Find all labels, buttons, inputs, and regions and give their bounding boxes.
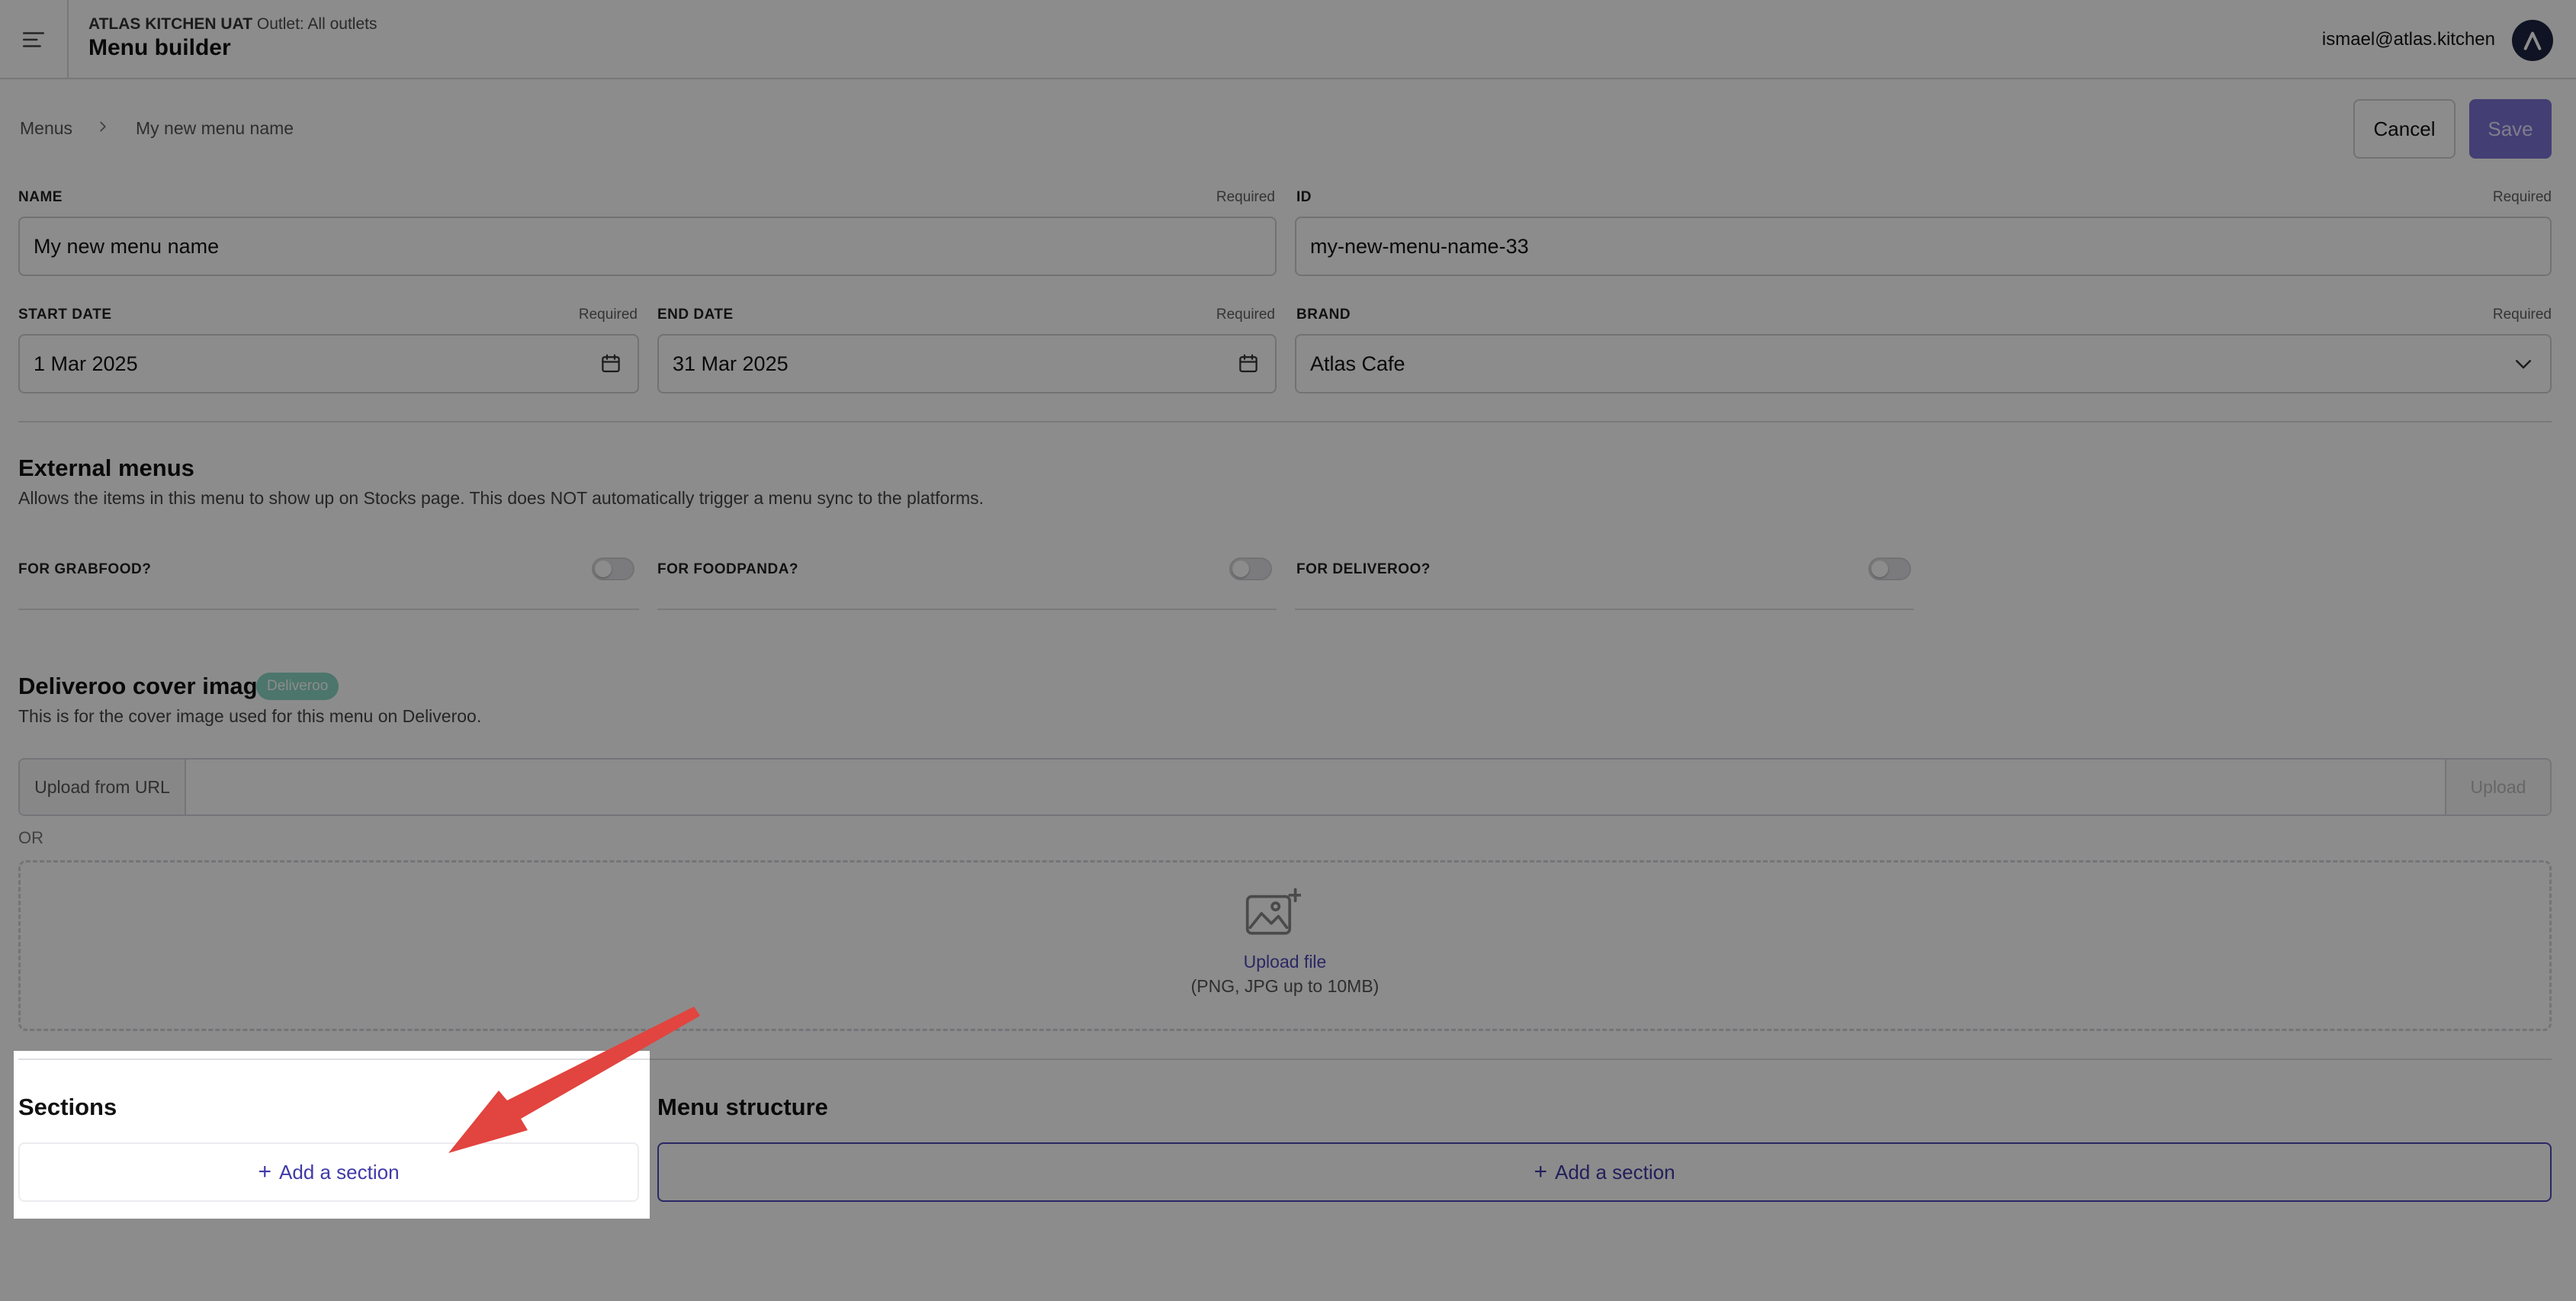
start-date-value: 1 Mar 2025 <box>34 352 138 375</box>
id-label: ID <box>1296 189 1312 205</box>
breadcrumb-current: My new menu name <box>136 118 294 138</box>
spotlight-overlay <box>0 1051 14 1219</box>
sections-add-section-button[interactable]: + Add a section <box>18 1142 639 1202</box>
name-input[interactable]: My new menu name <box>18 217 1277 276</box>
menu-structure-title: Menu structure <box>657 1094 828 1120</box>
brand-label: BRAND <box>1296 307 1351 323</box>
toggle-knob <box>1871 561 1888 577</box>
top-bar: ATLAS KITCHEN UAT Outlet: All outlets Me… <box>0 0 2576 79</box>
upload-url-input[interactable]: Upload from URL Upload <box>18 758 2552 816</box>
hamburger-menu-icon <box>22 32 45 47</box>
file-dropzone[interactable] <box>18 860 2552 1031</box>
breadcrumb-menus[interactable]: Menus <box>20 118 72 139</box>
end-date-required: Required <box>1216 307 1275 323</box>
start-date-required: Required <box>578 307 638 323</box>
plus-icon: + <box>1534 1159 1547 1184</box>
grabfood-toggle-label: FOR GRABFOOD? <box>18 561 152 577</box>
start-date-label: START DATE <box>18 307 112 323</box>
deliveroo-badge: Deliveroo <box>256 673 339 700</box>
name-label: NAME <box>18 189 63 205</box>
upload-from-url-label: Upload from URL <box>20 760 186 814</box>
menu-builder-page: ATLAS KITCHEN UAT Outlet: All outlets Me… <box>0 0 2576 1301</box>
name-required: Required <box>1216 189 1275 205</box>
end-date-label: END DATE <box>657 307 734 323</box>
external-menus-title: External menus <box>18 455 194 481</box>
deliveroo-toggle[interactable] <box>1868 557 1911 580</box>
upload-file-link[interactable]: Upload file <box>0 952 2570 972</box>
divider <box>18 609 639 610</box>
cover-image-title: Deliveroo cover image <box>18 673 271 699</box>
foodpanda-toggle[interactable] <box>1229 557 1272 580</box>
sections-title: Sections <box>18 1094 117 1120</box>
divider <box>1295 609 1914 610</box>
annotation-arrow <box>448 1007 700 1153</box>
chevron-right-icon <box>100 121 106 132</box>
brand-value: Atlas Cafe <box>1310 352 1405 375</box>
divider <box>657 609 1277 610</box>
spotlight-overlay <box>0 1219 2576 1301</box>
hamburger-menu-button[interactable] <box>0 0 69 79</box>
save-button[interactable]: Save <box>2469 99 2552 159</box>
cancel-button[interactable]: Cancel <box>2353 99 2456 159</box>
calendar-icon[interactable] <box>599 352 622 375</box>
external-menus-description: Allows the items in this menu to show up… <box>18 488 984 508</box>
atlas-logo-icon <box>2523 31 2542 50</box>
avatar[interactable] <box>2512 20 2553 61</box>
end-date-value: 31 Mar 2025 <box>673 352 789 375</box>
add-section-label: Add a section <box>1554 1160 1675 1184</box>
grabfood-toggle[interactable] <box>592 557 634 580</box>
chevron-down-icon <box>2516 360 2531 369</box>
calendar-icon[interactable] <box>1237 352 1260 375</box>
upload-hint: (PNG, JPG up to 10MB) <box>1190 976 1380 996</box>
brand-required: Required <box>2492 307 2552 323</box>
brand-select[interactable]: Atlas Cafe <box>1295 334 2552 394</box>
cover-image-description: This is for the cover image used for thi… <box>18 706 482 726</box>
id-input[interactable]: my-new-menu-name-33 <box>1295 217 2552 276</box>
id-required: Required <box>2492 189 2552 205</box>
add-section-label: Add a section <box>278 1160 400 1184</box>
deliveroo-toggle-label: FOR DELIVEROO? <box>1296 561 1431 577</box>
end-date-field[interactable]: 31 Mar 2025 <box>657 334 1277 394</box>
menu-structure-add-section-button[interactable]: + Add a section <box>657 1142 2552 1202</box>
or-separator: OR <box>18 828 43 847</box>
foodpanda-toggle-label: FOR FOODPANDA? <box>657 561 799 577</box>
toggle-knob <box>595 561 612 577</box>
org-outlet-line: ATLAS KITCHEN UAT Outlet: All outlets <box>88 15 377 34</box>
upload-button[interactable]: Upload <box>2445 760 2550 814</box>
image-add-icon <box>1245 888 1301 935</box>
outlet-label: Outlet: All outlets <box>256 15 377 33</box>
page-title: Menu builder <box>88 35 231 60</box>
divider <box>18 1058 2552 1060</box>
plus-icon: + <box>258 1159 271 1184</box>
user-email[interactable]: ismael@atlas.kitchen <box>2322 29 2495 50</box>
divider <box>18 421 2552 422</box>
org-name: ATLAS KITCHEN UAT <box>88 15 253 33</box>
toggle-knob <box>1232 561 1249 577</box>
start-date-field[interactable]: 1 Mar 2025 <box>18 334 639 394</box>
